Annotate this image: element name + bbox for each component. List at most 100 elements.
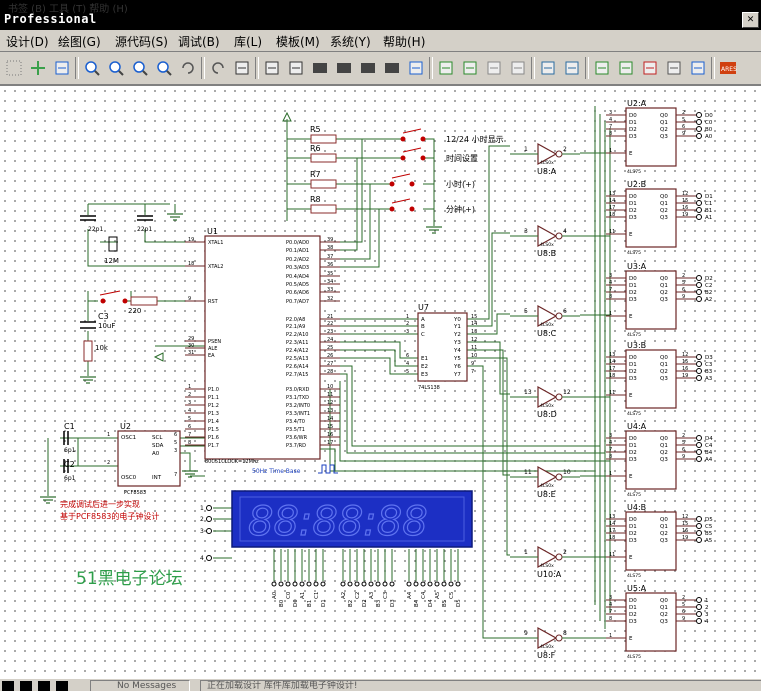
pick-device-icon[interactable] xyxy=(406,58,426,78)
bottom-terminal[interactable] xyxy=(271,581,277,587)
menu-item[interactable]: 系统(Y) xyxy=(330,33,371,50)
packaging-icon[interactable] xyxy=(460,58,480,78)
block-delete-icon[interactable] xyxy=(382,58,402,78)
zoom-out-icon[interactable] xyxy=(106,58,126,78)
bottom-terminal[interactable] xyxy=(354,581,360,587)
terminal[interactable] xyxy=(696,523,702,529)
terminal[interactable] xyxy=(696,530,702,536)
terminal[interactable] xyxy=(696,133,702,139)
button-contact[interactable] xyxy=(400,155,406,161)
terminal[interactable] xyxy=(696,597,702,603)
terminal[interactable] xyxy=(696,214,702,220)
redo-icon[interactable] xyxy=(208,58,228,78)
terminal[interactable] xyxy=(696,456,702,462)
menu-item[interactable]: 库(L) xyxy=(234,33,262,50)
bottom-terminal[interactable] xyxy=(375,581,381,587)
menu-item[interactable]: 调试(B) xyxy=(178,33,220,50)
ares-icon[interactable]: ARES xyxy=(718,58,738,78)
display-input-terminal[interactable] xyxy=(206,528,212,534)
copy-icon[interactable] xyxy=(262,58,282,78)
resistor[interactable] xyxy=(310,204,337,214)
bottom-terminal[interactable] xyxy=(448,581,454,587)
bottom-terminal[interactable] xyxy=(420,581,426,587)
terminal[interactable] xyxy=(696,611,702,617)
terminal[interactable] xyxy=(696,296,702,302)
schematic-svg[interactable]: 12M 22p1 22p1 C3 10uF 220 10k U1 80C51CL… xyxy=(0,86,761,679)
bottom-terminal[interactable] xyxy=(413,581,419,587)
terminal[interactable] xyxy=(696,354,702,360)
menu-item[interactable]: 设计(D) xyxy=(6,33,49,50)
block-move-icon[interactable] xyxy=(334,58,354,78)
bottom-terminal[interactable] xyxy=(427,581,433,587)
crystal-caps[interactable] xyxy=(80,215,153,221)
display-input-terminal[interactable] xyxy=(206,516,212,522)
terminal[interactable] xyxy=(696,537,702,543)
terminal[interactable] xyxy=(696,604,702,610)
terminal[interactable] xyxy=(696,442,702,448)
button-contact[interactable] xyxy=(409,206,415,212)
terminal[interactable] xyxy=(696,275,702,281)
new-sheet-icon[interactable] xyxy=(592,58,612,78)
cut-icon[interactable] xyxy=(232,58,252,78)
property-assign-icon[interactable] xyxy=(562,58,582,78)
undo-icon[interactable] xyxy=(178,58,198,78)
pan-icon[interactable] xyxy=(52,58,72,78)
message-field[interactable]: No Messages xyxy=(90,680,190,691)
bottom-terminal[interactable] xyxy=(455,581,461,587)
wire-autorouter-icon[interactable] xyxy=(508,58,528,78)
terminal[interactable] xyxy=(696,289,702,295)
terminal[interactable] xyxy=(696,112,702,118)
bottom-terminal[interactable] xyxy=(347,581,353,587)
button-contact[interactable] xyxy=(420,136,426,142)
terminal[interactable] xyxy=(696,193,702,199)
bottom-terminal[interactable] xyxy=(441,581,447,587)
bottom-terminal[interactable] xyxy=(434,581,440,587)
add-sheet-icon[interactable] xyxy=(616,58,636,78)
zoom-area-icon[interactable] xyxy=(154,58,174,78)
zoom-child-icon[interactable] xyxy=(664,58,684,78)
decompose-icon[interactable] xyxy=(484,58,504,78)
bottom-terminal[interactable] xyxy=(306,581,312,587)
zoom-all-icon[interactable] xyxy=(130,58,150,78)
netlist-icon[interactable] xyxy=(688,58,708,78)
bottom-terminal[interactable] xyxy=(320,581,326,587)
resistor[interactable] xyxy=(310,134,337,144)
terminal[interactable] xyxy=(696,516,702,522)
menu-item[interactable]: 绘图(G) xyxy=(58,33,101,50)
bottom-terminal[interactable] xyxy=(313,581,319,587)
schematic-canvas[interactable]: 12M 22p1 22p1 C3 10uF 220 10k U1 80C51CL… xyxy=(0,85,761,679)
search-tag-icon[interactable] xyxy=(538,58,558,78)
terminal[interactable] xyxy=(696,375,702,381)
terminal[interactable] xyxy=(696,618,702,624)
bottom-terminal[interactable] xyxy=(285,581,291,587)
grid-icon[interactable] xyxy=(4,58,24,78)
close-button[interactable]: ✕ xyxy=(742,12,759,28)
terminal[interactable] xyxy=(696,368,702,374)
terminal[interactable] xyxy=(696,449,702,455)
menu-item[interactable]: 帮助(H) xyxy=(383,33,425,50)
display-input-terminal[interactable] xyxy=(206,505,212,511)
bottom-terminal[interactable] xyxy=(382,581,388,587)
remove-sheet-icon[interactable] xyxy=(640,58,660,78)
bottom-terminal[interactable] xyxy=(361,581,367,587)
menu-item[interactable]: 源代码(S) xyxy=(115,33,168,50)
resistor[interactable] xyxy=(310,153,337,163)
display-input-terminal[interactable] xyxy=(206,555,212,561)
terminal[interactable] xyxy=(696,207,702,213)
terminal[interactable] xyxy=(696,435,702,441)
terminal[interactable] xyxy=(696,126,702,132)
bottom-terminal[interactable] xyxy=(278,581,284,587)
crystal[interactable] xyxy=(108,236,118,252)
zoom-in-icon[interactable] xyxy=(82,58,102,78)
paste-icon[interactable] xyxy=(286,58,306,78)
bottom-terminal[interactable] xyxy=(406,581,412,587)
button-contact[interactable] xyxy=(400,136,406,142)
button-contact[interactable] xyxy=(389,206,395,212)
bottom-terminal[interactable] xyxy=(389,581,395,587)
block-copy-icon[interactable] xyxy=(310,58,330,78)
resistor[interactable] xyxy=(310,179,337,189)
button-contact[interactable] xyxy=(420,155,426,161)
terminal[interactable] xyxy=(696,119,702,125)
bottom-terminal[interactable] xyxy=(292,581,298,587)
menu-item[interactable]: 模板(M) xyxy=(276,33,320,50)
